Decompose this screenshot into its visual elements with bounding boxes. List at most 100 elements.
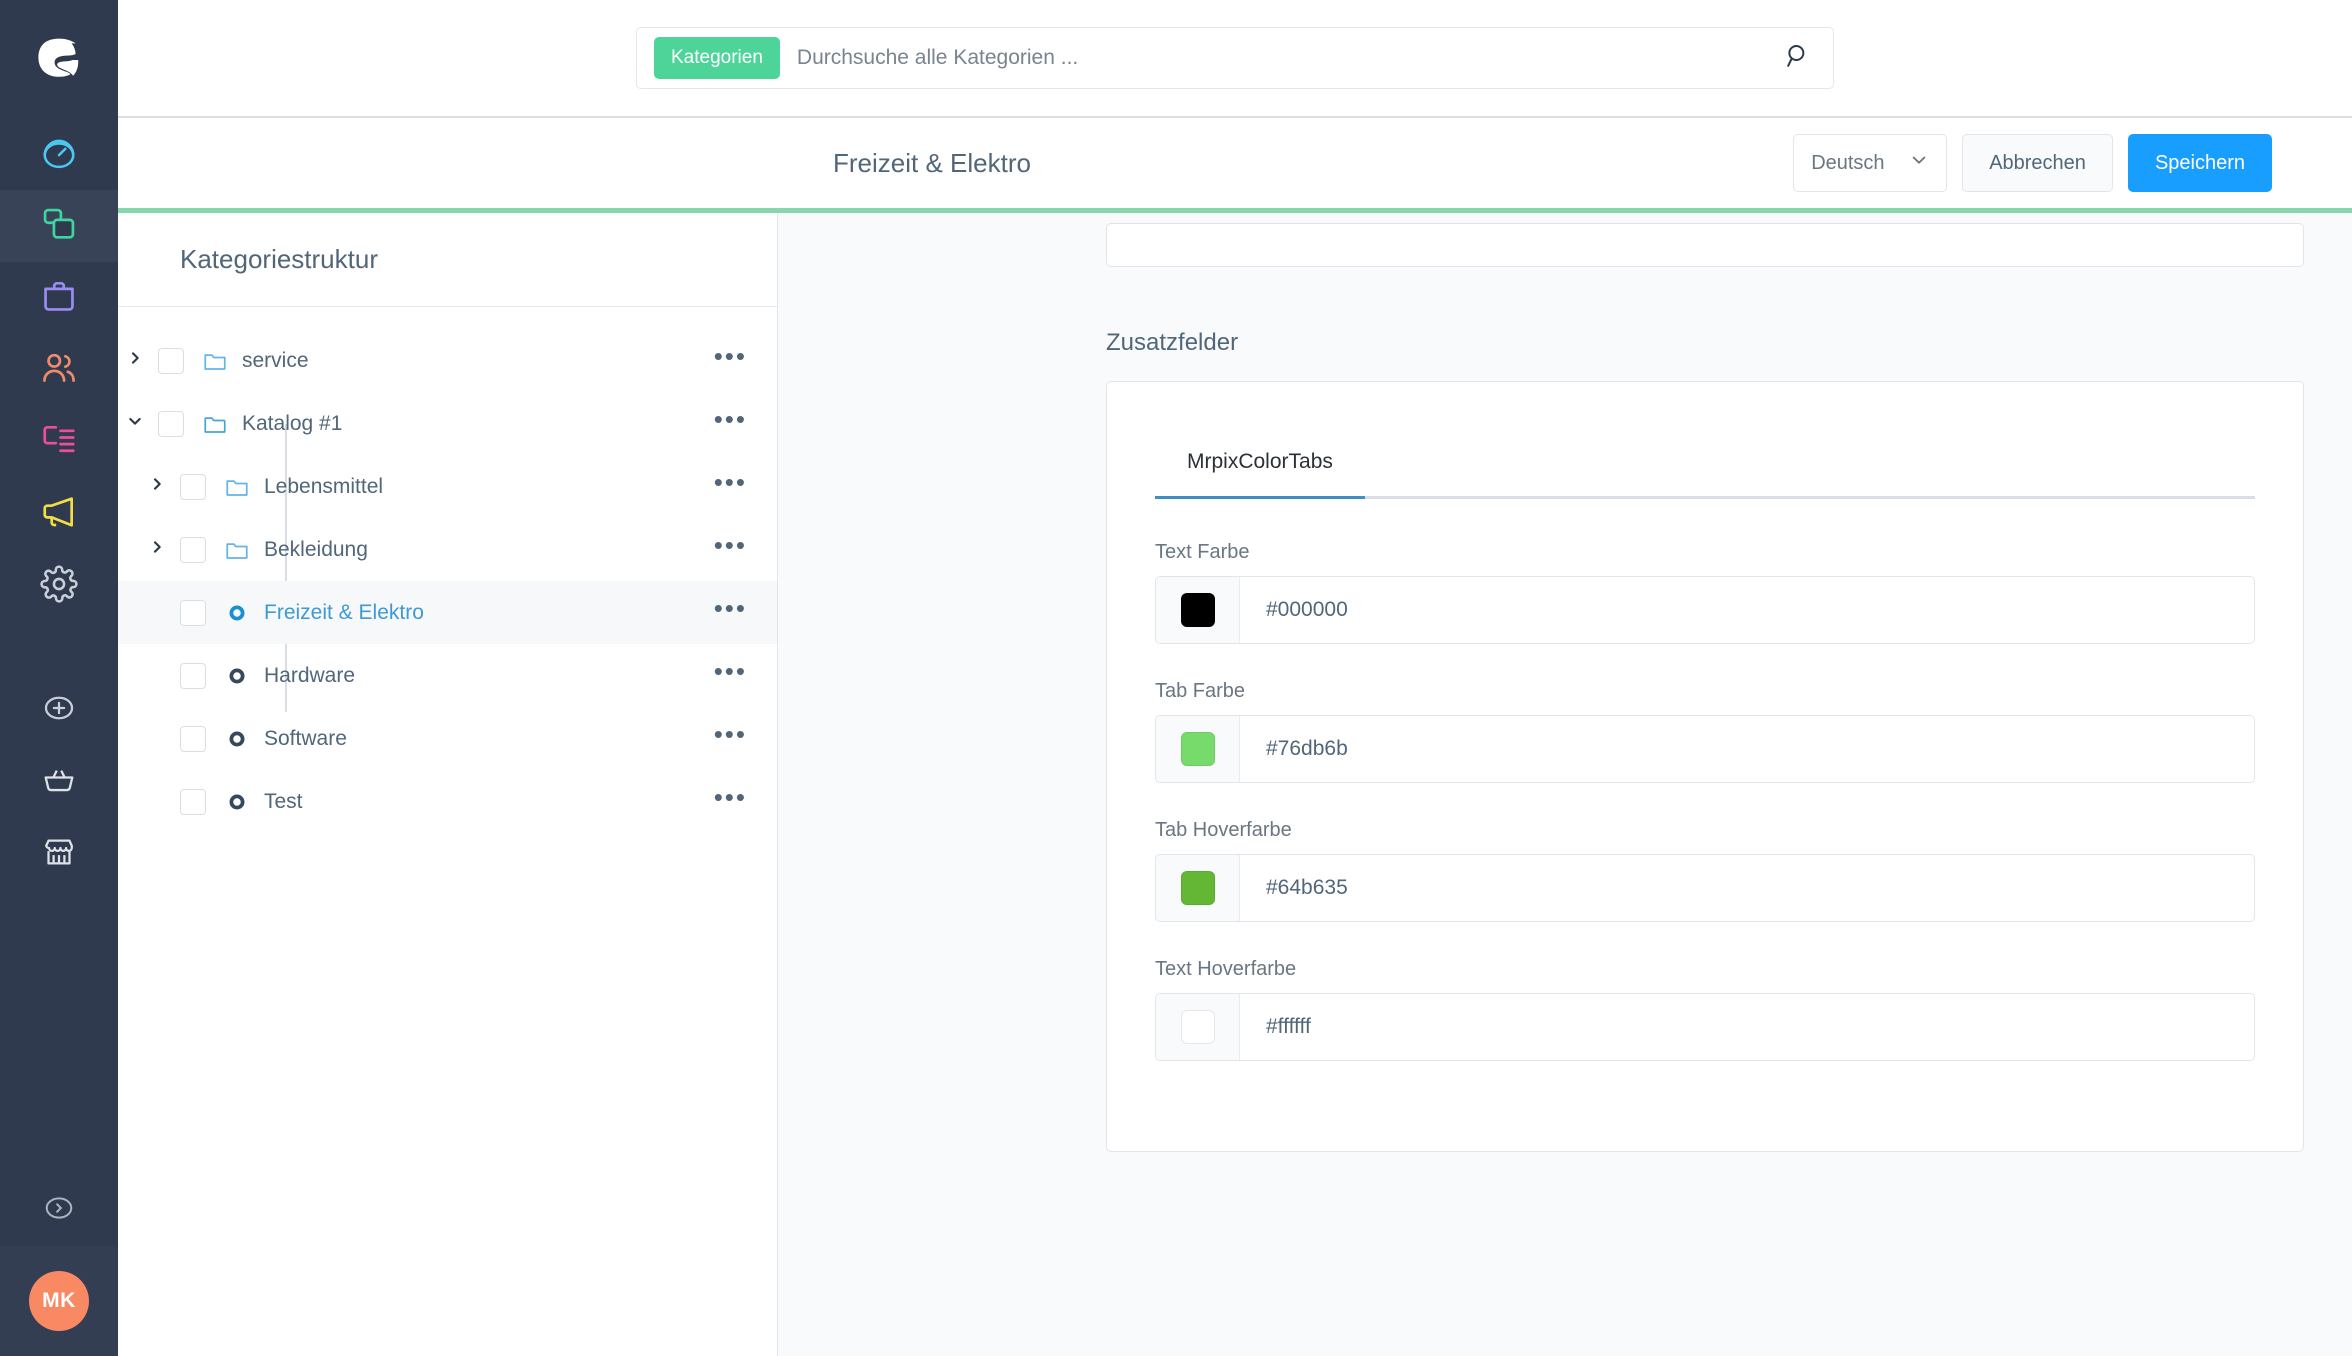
tree-row[interactable]: Test ••• — [118, 770, 777, 833]
shopware-logo[interactable] — [0, 0, 118, 118]
folder-icon — [198, 348, 232, 374]
color-swatch — [1180, 871, 1215, 905]
sidebar-item-orders[interactable] — [0, 262, 118, 334]
field-tab-hoverfarbe: Tab Hoverfarbe #64b635 — [1155, 819, 2255, 922]
sidebar-item-extensions[interactable] — [0, 674, 118, 746]
tree-row[interactable]: Lebensmittel ••• — [118, 455, 777, 518]
tree-row-context-menu[interactable]: ••• — [714, 406, 747, 434]
folder-icon — [220, 537, 254, 563]
sidebar-item-dashboard[interactable] — [0, 118, 118, 190]
tree-row-label: service — [242, 348, 309, 372]
expand-toggle[interactable] — [140, 476, 174, 497]
gauge-icon — [40, 133, 78, 176]
color-swatch — [1180, 593, 1215, 627]
search-icon — [1784, 42, 1812, 75]
tree-row-context-menu[interactable]: ••• — [714, 343, 747, 371]
main-region: Kategorien Freizeit & Elektro Deutsch — [118, 0, 2352, 1356]
language-switch[interactable]: Deutsch — [1793, 134, 1948, 192]
tree-row[interactable]: service ••• — [118, 329, 777, 392]
expand-toggle[interactable] — [118, 350, 152, 371]
tree-body: service ••• Katalog #1 ••• Lebensmittel … — [118, 307, 777, 833]
tree-checkbox[interactable] — [180, 473, 206, 500]
color-swatch-button[interactable] — [1156, 994, 1240, 1060]
tree-checkbox[interactable] — [180, 599, 206, 626]
category-detail-pane: Zusatzfelder MrpixColorTabs Text Farbe #… — [778, 213, 2352, 1356]
tree-header: Kategoriestruktur — [118, 213, 777, 307]
category-tree-panel: Kategoriestruktur service ••• Katalog #1… — [118, 213, 778, 1356]
color-input[interactable]: #000000 — [1155, 576, 2255, 644]
folder-open-icon — [198, 411, 232, 437]
global-search[interactable]: Kategorien — [636, 27, 1834, 89]
color-value-input[interactable]: #ffffff — [1240, 994, 2254, 1060]
tree-row-context-menu[interactable]: ••• — [714, 721, 747, 749]
color-input[interactable]: #ffffff — [1155, 993, 2255, 1061]
cancel-button[interactable]: Abbrechen — [1962, 134, 2113, 192]
color-swatch — [1180, 1010, 1215, 1044]
tree-row[interactable]: Katalog #1 ••• — [118, 392, 777, 455]
expand-toggle[interactable] — [140, 539, 174, 560]
custom-fields-card: MrpixColorTabs Text Farbe #000000 Tab Fa… — [1106, 381, 2304, 1152]
tree-row-context-menu[interactable]: ••• — [714, 595, 747, 623]
sidebar-item-customers[interactable] — [0, 334, 118, 406]
color-value-input[interactable]: #000000 — [1240, 577, 2254, 643]
field-text-farbe: Text Farbe #000000 — [1155, 541, 2255, 644]
field-tab-farbe: Tab Farbe #76db6b — [1155, 680, 2255, 783]
search-scope-chip[interactable]: Kategorien — [654, 37, 780, 79]
tab-mrpixcolortabs[interactable]: MrpixColorTabs — [1155, 450, 1365, 499]
tree-row-selected[interactable]: Freizeit & Elektro ••• — [118, 581, 777, 644]
circle-dot-icon — [220, 667, 254, 685]
tree-title: Kategoriestruktur — [180, 244, 378, 274]
page-title: Freizeit & Elektro — [833, 147, 1031, 178]
color-swatch-button[interactable] — [1156, 716, 1240, 782]
megaphone-icon — [40, 493, 78, 536]
chevron-right-circle-icon — [43, 1192, 75, 1229]
color-value-input[interactable]: #76db6b — [1240, 716, 2254, 782]
tree-checkbox[interactable] — [180, 536, 206, 563]
color-swatch-button[interactable] — [1156, 577, 1240, 643]
sidebar-item-settings[interactable] — [0, 550, 118, 622]
custom-field-tabs: MrpixColorTabs — [1155, 450, 2255, 499]
tree-row[interactable]: Hardware ••• — [118, 644, 777, 707]
basket-icon — [42, 763, 76, 802]
tree-checkbox[interactable] — [158, 347, 184, 374]
tree-row-label: Katalog #1 — [242, 411, 343, 435]
top-search-bar: Kategorien — [118, 0, 2352, 118]
tree-row-context-menu[interactable]: ••• — [714, 784, 747, 812]
chevron-down-icon — [127, 413, 143, 434]
save-button[interactable]: Speichern — [2127, 134, 2272, 192]
color-swatch-button[interactable] — [1156, 855, 1240, 921]
tree-row-context-menu[interactable]: ••• — [714, 532, 747, 560]
expand-toggle[interactable] — [118, 413, 152, 434]
tree-checkbox[interactable] — [158, 410, 184, 437]
circle-dot-icon — [220, 793, 254, 811]
content-icon — [40, 421, 78, 464]
chevron-down-icon — [1909, 150, 1929, 176]
sidebar-item-storefront[interactable] — [0, 818, 118, 890]
color-input[interactable]: #64b635 — [1155, 854, 2255, 922]
field-label: Text Farbe — [1155, 541, 1250, 563]
tree-row-context-menu[interactable]: ••• — [714, 658, 747, 686]
tree-row-label: Bekleidung — [264, 537, 368, 561]
user-menu[interactable]: MK — [0, 1246, 118, 1356]
color-input[interactable]: #76db6b — [1155, 715, 2255, 783]
sidebar-item-basket[interactable] — [0, 746, 118, 818]
color-value-input[interactable]: #64b635 — [1240, 855, 2254, 921]
tree-row-context-menu[interactable]: ••• — [714, 469, 747, 497]
chevron-right-icon — [149, 539, 165, 560]
smart-bar: Freizeit & Elektro Deutsch Abbrechen Spe… — [118, 118, 2352, 208]
tree-checkbox[interactable] — [180, 788, 206, 815]
tree-row-label: Freizeit & Elektro — [264, 600, 424, 624]
tree-row[interactable]: Bekleidung ••• — [118, 518, 777, 581]
collapse-sidebar-button[interactable] — [0, 1174, 118, 1246]
sidebar-item-catalogues[interactable] — [0, 190, 118, 262]
tree-row[interactable]: Software ••• — [118, 707, 777, 770]
smart-bar-actions: Deutsch Abbrechen Speichern — [1793, 134, 2272, 192]
avatar[interactable]: MK — [29, 1271, 89, 1331]
sidebar-item-content[interactable] — [0, 406, 118, 478]
tree-checkbox[interactable] — [180, 725, 206, 752]
chevron-right-icon — [149, 476, 165, 497]
sidebar-item-marketing[interactable] — [0, 478, 118, 550]
search-button[interactable] — [1773, 33, 1823, 83]
search-input[interactable] — [796, 46, 1773, 70]
tree-checkbox[interactable] — [180, 662, 206, 689]
